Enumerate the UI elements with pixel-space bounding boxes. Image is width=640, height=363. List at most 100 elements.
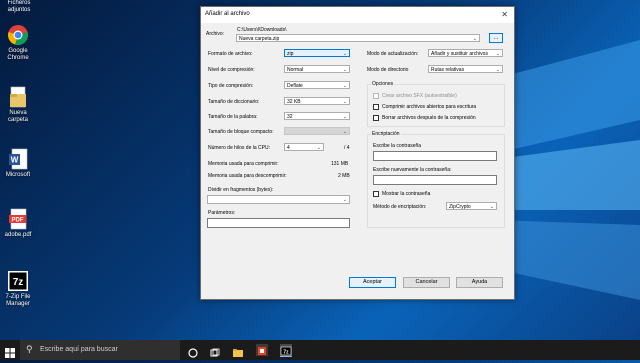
block-label: Tamaño de bloque compacto: (208, 129, 274, 135)
dialog-title: Añadir al archivo (205, 11, 250, 17)
file-explorer-icon[interactable] (233, 345, 243, 357)
update-value: Añadir y sustituir archivos (431, 51, 488, 57)
svg-text:7z: 7z (13, 277, 24, 288)
word-document-icon: W (7, 148, 29, 170)
chevron-down-icon: ⌄ (342, 67, 347, 73)
split-combo[interactable]: ⌄ (207, 195, 350, 204)
chevron-down-icon: ⌄ (489, 204, 494, 210)
chevron-down-icon[interactable]: ⌄ (473, 35, 477, 43)
password-input[interactable] (373, 151, 497, 161)
level-value: Normal (287, 67, 304, 73)
word-select[interactable]: 32 ⌄ (284, 112, 350, 120)
threads-select[interactable]: 4 ⌄ (284, 143, 324, 151)
dialog-titlebar[interactable]: Añadir al archivo ✕ (201, 7, 514, 23)
desktop-icon-pdf[interactable]: PDF adobe.pdf (0, 208, 36, 239)
options-title: Opciones (371, 81, 395, 87)
desktop-icon-label: Nueva carpeta (7, 110, 28, 123)
desktop-icon-7zip[interactable]: 7z 7-Zip File Manager (0, 270, 36, 308)
dict-value: 32 KB (287, 99, 301, 105)
windows-start-icon[interactable] (5, 345, 15, 358)
params-label: Parámetros: (208, 210, 236, 216)
7zip-icon: 7z (7, 270, 29, 292)
pdf-file-icon: PDF (7, 208, 29, 230)
ok-button[interactable]: Aceptar (349, 277, 396, 288)
password-repeat-label: Escribe nuevamente la contraseña: (373, 167, 452, 173)
dict-label: Tamaño de diccionario: (208, 99, 260, 105)
type-value: Deflate (287, 83, 303, 89)
search-placeholder: Escribe aquí para buscar (40, 346, 118, 353)
sfx-checkbox (373, 93, 379, 99)
browse-button[interactable]: ... (489, 33, 503, 43)
add-to-archive-dialog: Añadir al archivo ✕ Archivo: C:\Users\l\… (200, 6, 515, 300)
chevron-down-icon: ⌄ (342, 99, 347, 105)
archive-name-value: Nueva carpeta.zip (239, 36, 280, 42)
show-password-label: Mostrar la contraseña (382, 191, 431, 197)
desktop-icon-label: adobe.pdf (4, 232, 32, 238)
encryption-method-select[interactable]: ZipCrypto ⌄ (446, 202, 497, 210)
desktop-icon-folder[interactable]: Nueva carpeta (0, 86, 36, 124)
desktop-icon-word[interactable]: W Microsoft (0, 148, 36, 179)
show-password-checkbox[interactable] (373, 191, 379, 197)
archive-name-combo[interactable]: Nueva carpeta.zip ⌄ (236, 34, 480, 42)
shared-label: Comprimir archivos abiertos para escritu… (382, 104, 477, 110)
cortana-icon[interactable] (188, 345, 198, 358)
chevron-down-icon: ⌄ (342, 83, 347, 89)
desktop-icon-label: 7-Zip File Manager (5, 294, 31, 307)
block-select: ⌄ (284, 127, 350, 135)
level-select[interactable]: Normal ⌄ (284, 65, 350, 73)
path-value: Rutas relativas (431, 67, 465, 73)
close-icon[interactable]: ✕ (501, 10, 508, 19)
taskbar-search-box[interactable]: ⚲ Escribe aquí para buscar (20, 340, 180, 360)
cancel-button[interactable]: Cancelar (403, 277, 450, 288)
split-label: Dividir en fragmentos (bytes): (208, 187, 274, 193)
format-value: zip (287, 51, 294, 57)
desktop-top-label: Ficheros adjuntos (7, 0, 31, 13)
task-view-icon[interactable] (210, 345, 220, 357)
desktop-icon-label: Microsoft (5, 172, 31, 178)
path-select[interactable]: Rutas relativas ⌄ (428, 65, 503, 73)
chevron-down-icon: ⌄ (495, 51, 500, 57)
delete-checkbox[interactable] (373, 115, 379, 121)
desktop-icon-chrome[interactable]: Google Chrome (0, 24, 36, 62)
encryption-method-label: Método de encriptación: (373, 204, 427, 210)
type-select[interactable]: Deflate ⌄ (284, 81, 350, 89)
taskbar: ⚲ Escribe aquí para buscar 7z (0, 340, 640, 360)
mem-comp-label: Memoria usada para comprimir: (208, 161, 279, 167)
threads-max: / 4 (344, 145, 350, 151)
sfx-label: Crear archivo SFX (autoextraíble) (382, 93, 457, 99)
chevron-down-icon: ⌄ (495, 67, 500, 73)
options-group: Opciones Crear archivo SFX (autoextraíbl… (367, 81, 505, 127)
search-icon: ⚲ (26, 344, 33, 354)
chevron-down-icon: ⌄ (342, 129, 347, 135)
format-label: Formato de archivo: (208, 51, 253, 57)
7zip-taskbar-icon[interactable]: 7z (280, 344, 292, 357)
help-button[interactable]: Ayuda (456, 277, 503, 288)
type-label: Tipo de compresión: (208, 83, 254, 89)
threads-value: 4 (287, 145, 290, 151)
password-repeat-input[interactable] (373, 175, 497, 185)
params-input[interactable] (207, 218, 350, 228)
encryption-group: Encriptación Escribe la contraseña Escri… (367, 131, 505, 228)
chevron-down-icon: ⌄ (342, 114, 347, 120)
archive-label: Archivo: (206, 31, 225, 37)
shared-checkbox[interactable] (373, 104, 379, 110)
format-select[interactable]: zip ⌄ (284, 49, 350, 57)
chevron-down-icon: ⌄ (342, 51, 347, 57)
update-select[interactable]: Añadir y sustituir archivos ⌄ (428, 49, 503, 57)
update-label: Modo de actualización: (367, 51, 419, 57)
encryption-method-value: ZipCrypto (449, 204, 471, 210)
path-label: Modo de directorio (367, 67, 409, 73)
mem-comp-value: 131 MB (331, 161, 349, 167)
threads-label: Número de hilos de la CPU: (208, 145, 270, 151)
level-label: Nivel de compresión: (208, 67, 255, 73)
archive-path: C:\Users\l\Downloads\ (237, 27, 287, 33)
encryption-title: Encriptación (371, 131, 401, 137)
desktop-icon-label: Google Chrome (7, 48, 29, 61)
mem-decomp-label: Memoria usada para descomprimir: (208, 173, 287, 179)
office-app-icon[interactable] (256, 344, 268, 356)
dict-select[interactable]: 32 KB ⌄ (284, 97, 350, 105)
word-value: 32 (287, 114, 293, 120)
svg-text:7z: 7z (283, 350, 289, 356)
folder-file-icon (7, 86, 29, 108)
chevron-down-icon: ⌄ (342, 197, 347, 203)
